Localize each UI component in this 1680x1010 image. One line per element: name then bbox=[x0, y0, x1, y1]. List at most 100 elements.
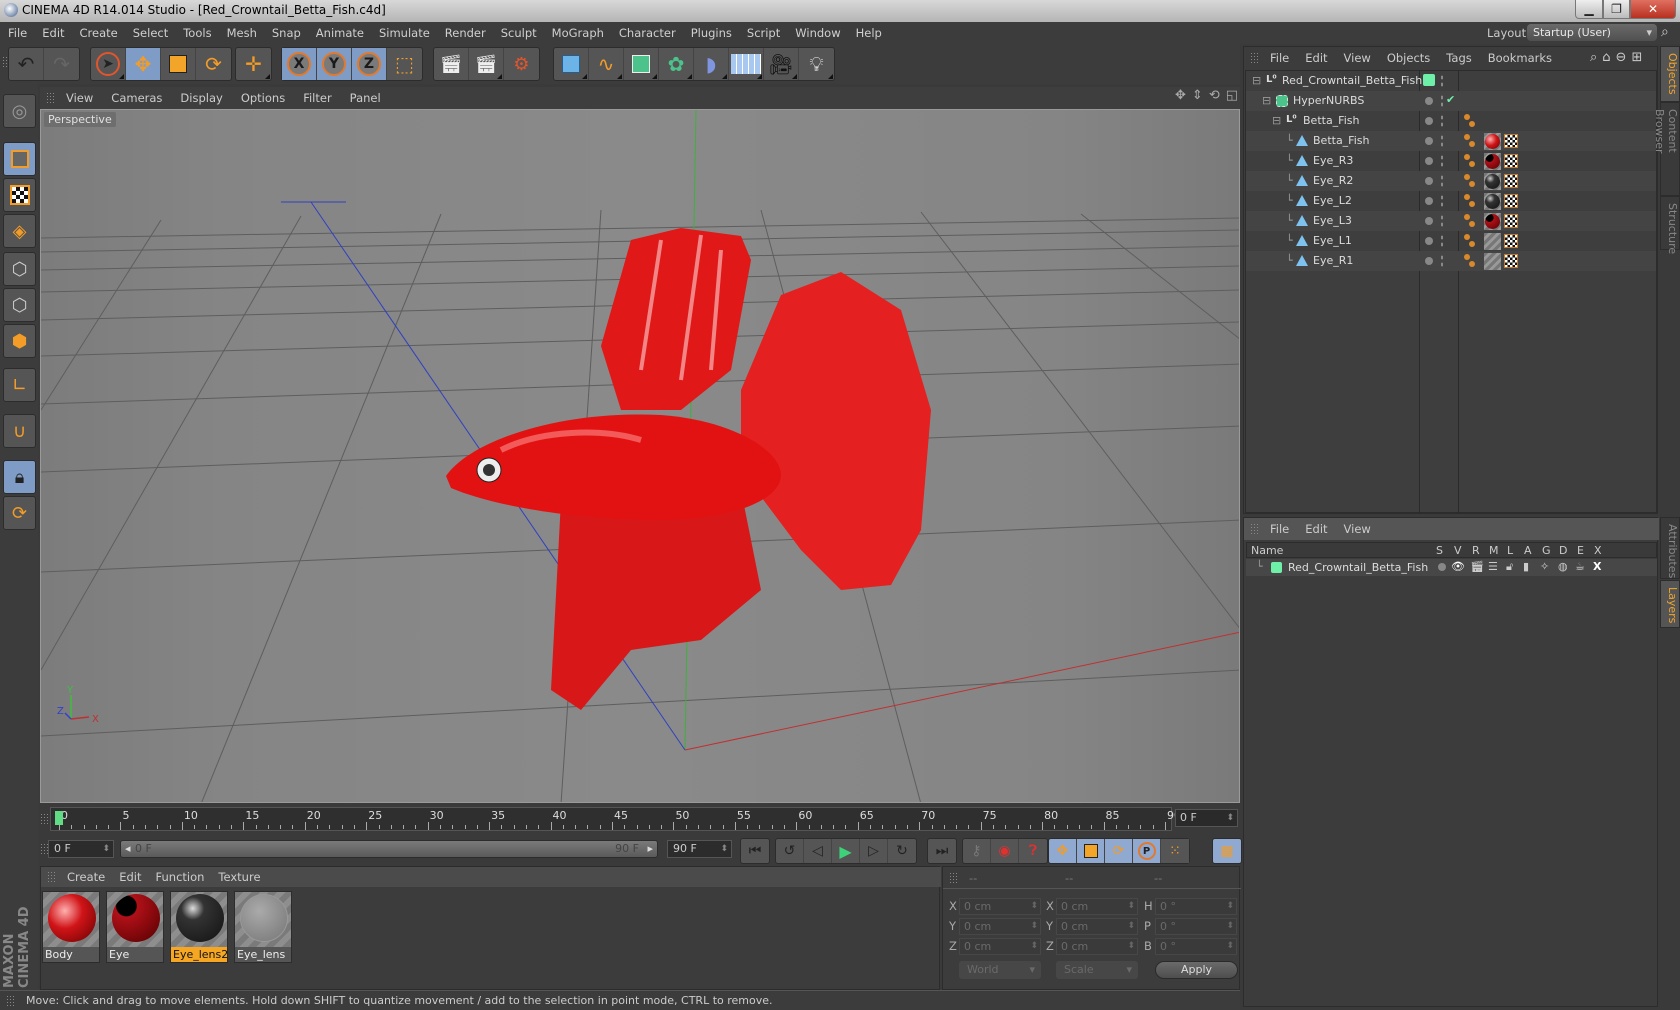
layer-tag-icon[interactable] bbox=[1464, 234, 1478, 248]
enable-axis-button[interactable]: ∟ bbox=[3, 368, 36, 402]
layer-tag-icon[interactable] bbox=[1464, 194, 1478, 208]
render-view-button[interactable]: 🎬︎ bbox=[434, 48, 469, 80]
layer-tag-icon[interactable] bbox=[1464, 134, 1478, 148]
start-frame-field[interactable]: 0 F bbox=[48, 840, 114, 858]
minimize-button[interactable]: ▁ bbox=[1575, 0, 1603, 19]
z-axis-lock-button[interactable]: Z bbox=[352, 48, 387, 80]
object-name[interactable]: Eye_R3 bbox=[1313, 154, 1353, 167]
points-mode-button[interactable]: ⬡ bbox=[3, 252, 36, 286]
size-x-field[interactable]: 0 cm bbox=[1056, 898, 1138, 915]
enabled-checkmark-icon[interactable]: ✔ bbox=[1446, 93, 1455, 106]
add-camera-button[interactable]: 🎥︎ bbox=[764, 48, 799, 80]
objects-menu-objects[interactable]: Objects bbox=[1387, 51, 1430, 65]
transform-mode-dropdown[interactable]: Scale bbox=[1056, 961, 1138, 979]
apply-button[interactable]: Apply bbox=[1155, 961, 1238, 979]
orbit-icon[interactable]: ⟲ bbox=[1209, 88, 1220, 103]
rot-b-field[interactable]: 0 ° bbox=[1155, 938, 1237, 955]
menu-simulate[interactable]: Simulate bbox=[379, 26, 430, 40]
object-row[interactable]: ⊟ HyperNURBS ✔ bbox=[1246, 91, 1656, 111]
next-frame-button[interactable]: ▷ bbox=[860, 839, 888, 863]
col-name[interactable]: Name bbox=[1251, 544, 1283, 557]
menu-create[interactable]: Create bbox=[80, 26, 118, 40]
xref-icon[interactable]: X bbox=[1593, 560, 1601, 573]
material-tag-glass[interactable] bbox=[1484, 233, 1501, 250]
col-view[interactable]: V bbox=[1454, 544, 1462, 557]
col-xref[interactable]: X bbox=[1594, 544, 1602, 557]
object-name[interactable]: Betta_Fish bbox=[1303, 114, 1359, 127]
render-to-picture-viewer-button[interactable]: 🎬︎ bbox=[469, 48, 504, 80]
material-menu-edit[interactable]: Edit bbox=[119, 870, 141, 884]
coordinate-mode-dropdown[interactable]: World bbox=[959, 961, 1041, 979]
viewport-grip[interactable] bbox=[46, 92, 56, 104]
range-left-arrow-icon[interactable]: ◂ bbox=[125, 841, 131, 857]
visibility-dots[interactable] bbox=[1440, 74, 1444, 88]
generator-icon[interactable]: ✧ bbox=[1540, 560, 1549, 573]
material-body[interactable]: Body bbox=[42, 891, 100, 963]
menu-snap[interactable]: Snap bbox=[272, 26, 301, 40]
col-animation[interactable]: A bbox=[1524, 544, 1532, 557]
col-render[interactable]: R bbox=[1472, 544, 1480, 557]
object-name[interactable]: HyperNURBS bbox=[1293, 94, 1364, 107]
coordinates-grip[interactable] bbox=[949, 872, 959, 884]
layout-dropdown[interactable]: Startup (User) bbox=[1527, 24, 1657, 41]
move-tool-button[interactable]: ✥ bbox=[126, 48, 161, 80]
make-editable-button[interactable]: ◎ bbox=[3, 94, 36, 128]
uvw-tag-icon[interactable] bbox=[1504, 154, 1518, 168]
menu-plugins[interactable]: Plugins bbox=[691, 26, 732, 40]
toggle-layout-icon[interactable]: ◱ bbox=[1226, 88, 1238, 103]
material-eye-lens[interactable]: Eye_lens bbox=[234, 891, 292, 963]
layer-color-swatch[interactable] bbox=[1423, 74, 1435, 86]
layer-dot[interactable] bbox=[1425, 157, 1433, 165]
objects-menu-file[interactable]: File bbox=[1270, 51, 1289, 65]
col-deformers[interactable]: D bbox=[1559, 544, 1567, 557]
add-mograph-button[interactable]: ✿ bbox=[659, 48, 694, 80]
material-menu-function[interactable]: Function bbox=[156, 870, 205, 884]
objects-menu-tags[interactable]: Tags bbox=[1446, 51, 1471, 65]
add-cube-button[interactable] bbox=[554, 48, 589, 80]
camera-label[interactable]: Perspective bbox=[44, 112, 116, 127]
layers-menu-edit[interactable]: Edit bbox=[1305, 522, 1327, 536]
layer-row[interactable]: └ Red_Crowntail_Betta_Fish 👁︎ 🎬︎ ☰ 🔓︎ ▮ … bbox=[1246, 559, 1657, 576]
material-tag[interactable] bbox=[1484, 173, 1501, 190]
material-tag[interactable] bbox=[1484, 193, 1501, 210]
eye-toggle-icon[interactable]: ⊖ bbox=[1616, 50, 1627, 65]
layers-menu-view[interactable]: View bbox=[1344, 522, 1371, 536]
undo-button[interactable]: ↶ bbox=[9, 48, 44, 80]
layer-dot[interactable] bbox=[1425, 217, 1433, 225]
pos-y-field[interactable]: 0 cm bbox=[959, 918, 1041, 935]
previous-keyframe-button[interactable]: ↺ bbox=[776, 839, 804, 863]
planar-workplane-button[interactable]: ⟳ bbox=[3, 496, 36, 530]
scale-tool-button[interactable] bbox=[161, 48, 196, 80]
menu-file[interactable]: File bbox=[8, 26, 27, 40]
play-button[interactable]: ▶ bbox=[832, 839, 860, 863]
maximize-button[interactable]: ❐ bbox=[1603, 0, 1630, 19]
objects-menu-bookmarks[interactable]: Bookmarks bbox=[1488, 51, 1552, 65]
timeline-ruler[interactable]: 0 5 10 15 20 25 30 35 40 45 50 55 60 65 70 75 80 85 90 bbox=[50, 807, 1181, 831]
object-row[interactable]: └ Eye_L2 bbox=[1246, 191, 1656, 211]
menu-mograph[interactable]: MoGraph bbox=[552, 26, 604, 40]
workplane-mode-button[interactable]: ◈ bbox=[3, 214, 36, 248]
uvw-tag-icon[interactable] bbox=[1504, 254, 1518, 268]
add-spline-button[interactable]: ∿ bbox=[589, 48, 624, 80]
locked-workplane-button[interactable]: 🔒︎ bbox=[3, 460, 36, 494]
y-axis-lock-button[interactable]: Y bbox=[317, 48, 352, 80]
uvw-tag-icon[interactable] bbox=[1504, 234, 1518, 248]
deformer-icon[interactable]: ◍ bbox=[1558, 560, 1568, 573]
layer-tag-icon[interactable] bbox=[1464, 214, 1478, 228]
clapper-icon[interactable]: 🎬︎ bbox=[1470, 560, 1484, 573]
object-name[interactable]: Eye_L2 bbox=[1313, 194, 1352, 207]
visibility-dots[interactable] bbox=[1440, 214, 1444, 228]
layer-tag-icon[interactable] bbox=[1464, 154, 1478, 168]
add-light-button[interactable]: 💡︎ bbox=[799, 48, 834, 80]
object-name[interactable]: Betta_Fish bbox=[1313, 134, 1369, 147]
menu-edit[interactable]: Edit bbox=[42, 26, 64, 40]
current-frame-field[interactable]: 0 F bbox=[1175, 809, 1238, 827]
polygons-mode-button[interactable]: ⬢ bbox=[3, 324, 36, 358]
viewport-menu-cameras[interactable]: Cameras bbox=[111, 91, 162, 105]
visibility-dots[interactable] bbox=[1440, 134, 1444, 148]
col-locked[interactable]: L bbox=[1507, 544, 1513, 557]
layer-tag-icon[interactable] bbox=[1464, 254, 1478, 268]
visibility-dots[interactable] bbox=[1440, 254, 1444, 268]
tab-objects[interactable]: Objects bbox=[1660, 46, 1680, 102]
material-eye[interactable]: Eye bbox=[106, 891, 164, 963]
